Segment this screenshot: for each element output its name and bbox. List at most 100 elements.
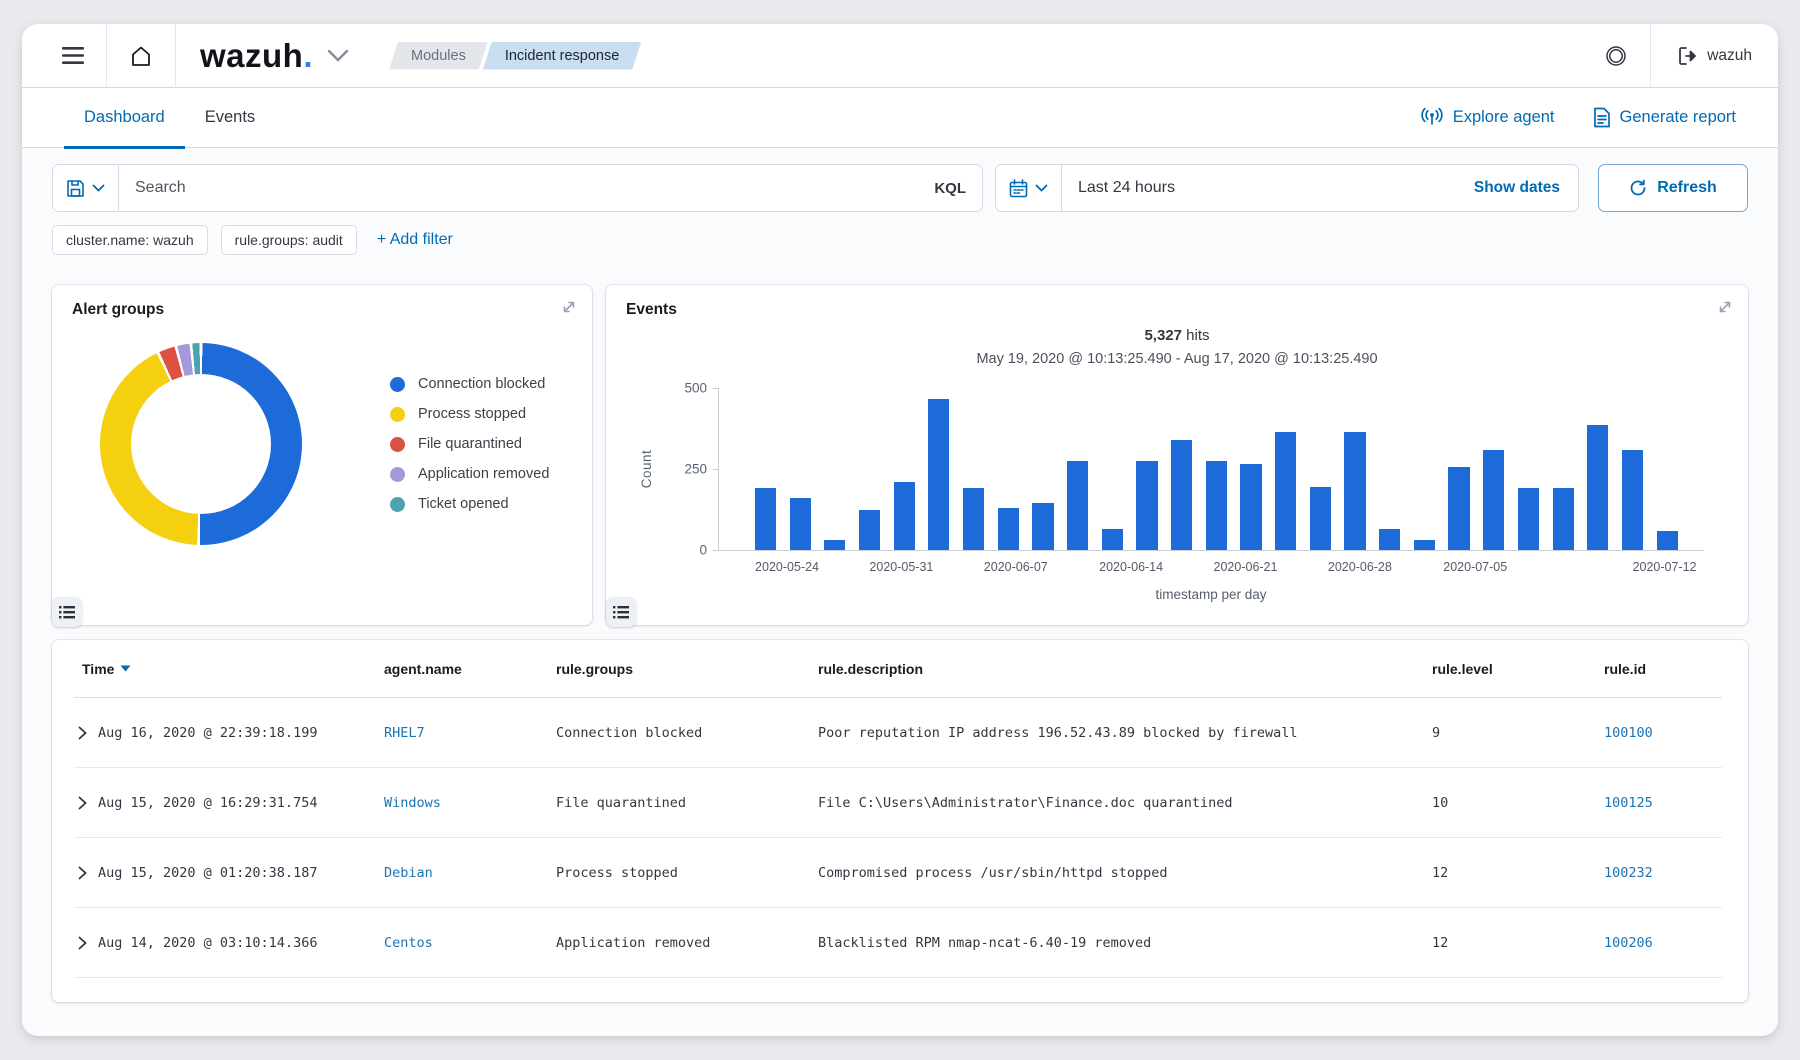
table-row[interactable]: Aug 15, 2020 @ 16:29:31.754WindowsFile q… [74,768,1722,838]
bar-13[interactable] [1206,461,1227,550]
chevron-down-icon[interactable] [327,49,349,62]
bar-8[interactable] [1032,503,1053,550]
cell-agent-name: RHEL7 [384,725,556,741]
x-tick-label-2020-05-31: 2020-05-31 [869,560,933,574]
bar-17[interactable] [1344,432,1365,550]
bar-14[interactable] [1240,464,1261,550]
bar-20[interactable] [1448,467,1469,550]
user-label: wazuh [1707,47,1752,65]
breadcrumb-incident-response[interactable]: Incident response [483,42,641,70]
kql-button[interactable]: KQL [918,180,982,197]
table-row[interactable]: Aug 14, 2020 @ 03:10:14.366CentosApplica… [74,908,1722,978]
expand-row-icon[interactable] [78,936,87,950]
explore-agent-button[interactable]: Explore agent [1420,108,1555,127]
bar-9[interactable] [1067,461,1088,550]
cell-rule-groups: File quarantined [556,795,818,811]
wazuh-logo[interactable]: wazuh. [176,37,359,75]
bar-3[interactable] [859,510,880,551]
alert-groups-donut-chart[interactable] [100,343,302,545]
expand-row-icon[interactable] [78,726,87,740]
cell-agent-name: Windows [384,795,556,811]
rule-id-link[interactable]: 100100 [1604,725,1653,741]
column-time[interactable]: Time [74,661,384,677]
table-row[interactable]: Aug 15, 2020 @ 01:20:38.187DebianProcess… [74,838,1722,908]
legend-label: Ticket opened [418,496,509,512]
expand-icon[interactable] [561,299,577,320]
expand-icon[interactable] [1717,299,1733,320]
bar-21[interactable] [1483,450,1504,550]
search-input[interactable] [119,179,918,197]
cell-rule-id: 100206 [1604,935,1722,951]
bar-15[interactable] [1275,432,1296,550]
bar-4[interactable] [894,482,915,550]
bar-25[interactable] [1622,450,1643,550]
agent-link[interactable]: Centos [384,935,433,951]
plot-area: 5002500 [718,388,1704,551]
date-range-value[interactable]: Last 24 hours [1062,179,1175,197]
bar-11[interactable] [1136,461,1157,550]
legend-item-0[interactable]: Connection blocked [390,369,549,399]
rule-id-link[interactable]: 100125 [1604,795,1653,811]
app-window: wazuh. ModulesIncident response wazuh Da… [22,24,1778,1036]
news-button[interactable] [1582,24,1650,88]
x-tick-label-2020-07-05: 2020-07-05 [1443,560,1507,574]
time-range-label: May 19, 2020 @ 10:13:25.490 - Aug 17, 20… [606,351,1748,367]
legend-dot [390,467,405,482]
bar-16[interactable] [1310,487,1331,550]
refresh-button[interactable]: Refresh [1598,164,1748,212]
bar-26[interactable] [1657,531,1678,550]
expand-row-icon[interactable] [78,866,87,880]
inspect-button[interactable] [606,597,636,627]
logout-button[interactable]: wazuh [1651,46,1778,66]
agent-link[interactable]: Debian [384,865,433,881]
bar-6[interactable] [963,488,984,550]
legend-item-4[interactable]: Ticket opened [390,489,549,519]
filter-pill-1[interactable]: rule.groups: audit [221,225,357,255]
time-value: Aug 15, 2020 @ 01:20:38.187 [98,865,317,881]
table-row[interactable]: Aug 16, 2020 @ 22:39:18.199RHEL7Connecti… [74,698,1722,768]
calendar-button[interactable] [996,165,1062,211]
expand-row-icon[interactable] [78,796,87,810]
show-dates-button[interactable]: Show dates [1456,165,1578,211]
legend-item-2[interactable]: File quarantined [390,429,549,459]
events-bar-chart[interactable]: Count 5002500 2020-05-242020-05-312020-0… [718,388,1704,551]
inspect-button[interactable] [52,597,82,627]
bar-18[interactable] [1379,529,1400,550]
hits-count: 5,327 hits [606,327,1748,344]
bar-1[interactable] [790,498,811,550]
agent-link[interactable]: RHEL7 [384,725,425,741]
bar-7[interactable] [998,508,1019,550]
tab-dashboard[interactable]: Dashboard [64,88,185,148]
tab-events[interactable]: Events [185,88,275,148]
rule-id-link[interactable]: 100232 [1604,865,1653,881]
y-tick-mark [713,388,719,389]
panels-row: Alert groups Connection blockedProcess s… [52,285,1748,625]
agent-link[interactable]: Windows [384,795,441,811]
bar-22[interactable] [1518,488,1539,550]
bar-23[interactable] [1553,488,1574,550]
bar-5[interactable] [928,399,949,550]
calendar-icon [1009,179,1028,198]
bar-10[interactable] [1102,529,1123,550]
table-body: Aug 16, 2020 @ 22:39:18.199RHEL7Connecti… [74,698,1722,978]
menu-button[interactable] [40,24,106,88]
bar-12[interactable] [1171,440,1192,550]
saved-queries-button[interactable] [53,165,119,211]
y-tick-label-500: 500 [684,381,707,396]
logo-text: wazuh. [200,37,313,75]
bar-2[interactable] [824,540,845,550]
query-row: KQL Last 24 hours Show dates Refresh [52,164,1748,212]
bar-0[interactable] [755,488,776,550]
bar-19[interactable] [1414,540,1435,550]
breadcrumb-modules[interactable]: Modules [389,42,488,70]
filter-pill-0[interactable]: cluster.name: wazuh [52,225,208,255]
rule-id-link[interactable]: 100206 [1604,935,1653,951]
bar-24[interactable] [1587,425,1608,550]
events-table: Time agent.name rule.groups rule.descrip… [52,640,1748,1002]
legend-item-1[interactable]: Process stopped [390,399,549,429]
home-button[interactable] [107,24,175,88]
add-filter-button[interactable]: + Add filter [377,231,453,249]
generate-report-button[interactable]: Generate report [1593,107,1736,128]
y-axis-title: Count [639,449,654,488]
legend-item-3[interactable]: Application removed [390,459,549,489]
